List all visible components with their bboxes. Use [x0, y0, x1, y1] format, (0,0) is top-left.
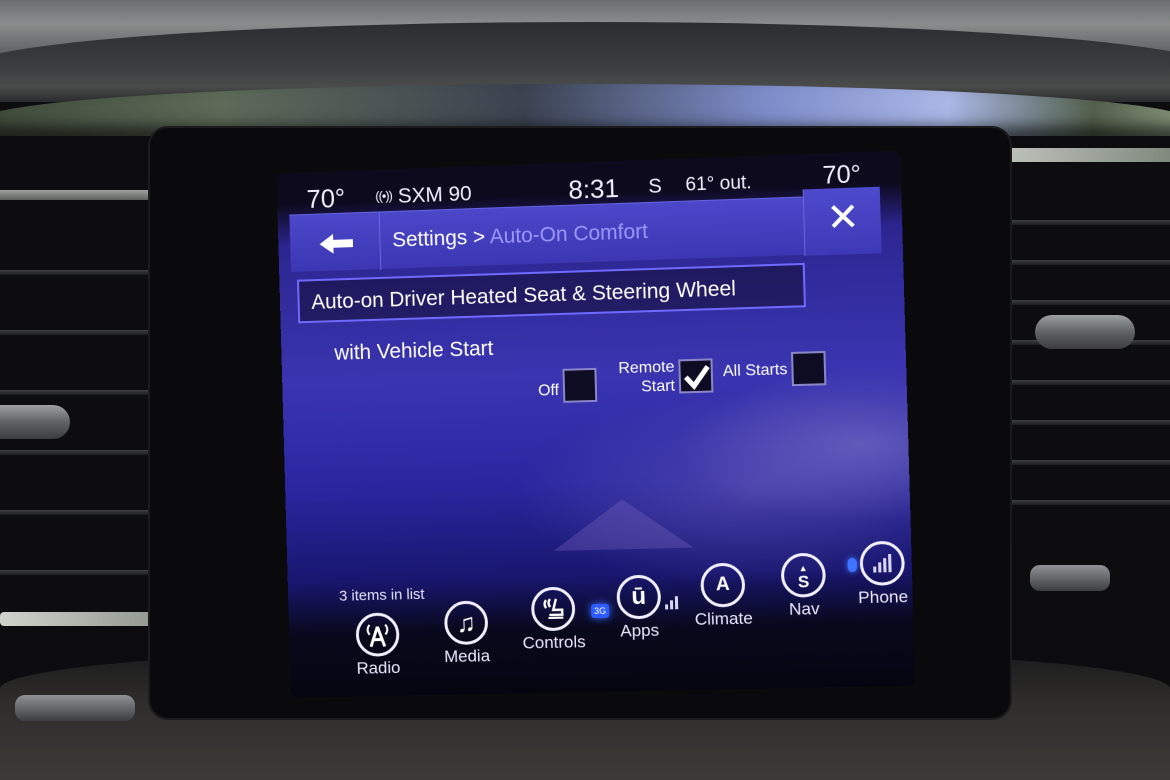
- nav-controls-label: Controls: [522, 632, 586, 653]
- nav-navigation-label: Nav: [788, 599, 820, 619]
- back-arrow-icon: [319, 233, 354, 255]
- compass-heading: S: [648, 175, 663, 198]
- breadcrumb-current: Auto-On Comfort: [489, 220, 649, 249]
- left-dash-button[interactable]: [15, 695, 135, 721]
- climate-icon: A: [700, 562, 746, 608]
- option-off-label: Off: [537, 381, 560, 400]
- seat-controls-icon: [530, 586, 576, 632]
- checkmark-icon: [682, 362, 711, 391]
- checkbox-off[interactable]: [562, 367, 598, 403]
- nav-media[interactable]: ♫ Media: [426, 600, 507, 667]
- option-remote-label-line2: Start: [640, 377, 676, 396]
- bluetooth-icon: [847, 557, 858, 573]
- music-note-icon: ♫: [443, 600, 489, 646]
- option-remote-label-line1: Remote: [618, 358, 675, 378]
- setting-subtitle: with Vehicle Start: [334, 337, 494, 365]
- close-button[interactable]: [802, 186, 882, 256]
- compass-nav-icon: ▲ S: [780, 552, 827, 598]
- nav-apps[interactable]: ū Apps 3G: [590, 574, 680, 642]
- radio-station: SXM 90: [397, 182, 472, 208]
- radio-tower-icon: [355, 612, 400, 657]
- checkbox-all-starts[interactable]: [791, 350, 827, 387]
- nav-phone[interactable]: Phone: [841, 540, 915, 608]
- nav-controls[interactable]: Controls: [513, 586, 594, 654]
- nav-radio-label: Radio: [356, 658, 401, 678]
- radio-signal-icon: ((•)): [375, 188, 393, 204]
- nav-climate[interactable]: A Climate: [682, 562, 764, 630]
- compass-letter: S: [797, 572, 810, 592]
- outside-temperature: 61° out.: [685, 172, 752, 196]
- phone-signal-icon: [859, 540, 906, 587]
- breadcrumb-settings[interactable]: Settings: [392, 226, 468, 251]
- setting-row-heated-seat[interactable]: Auto-on Driver Heated Seat & Steering Wh…: [297, 262, 806, 324]
- option-all-starts-label: All Starts: [722, 361, 788, 381]
- nav-media-label: Media: [443, 646, 491, 667]
- cellular-signal-icon: [665, 596, 679, 610]
- radio-status[interactable]: ((•)) SXM 90: [375, 182, 472, 209]
- breadcrumb-separator: >: [466, 225, 491, 250]
- nav-phone-label: Phone: [857, 586, 909, 608]
- nav-climate-label: Climate: [694, 608, 754, 629]
- driver-temperature[interactable]: 70°: [306, 183, 345, 215]
- close-icon: [830, 204, 855, 229]
- breadcrumb: Settings > Auto-On Comfort: [392, 220, 648, 253]
- passenger-temperature[interactable]: 70°: [822, 160, 861, 191]
- back-button[interactable]: [289, 212, 382, 273]
- infotainment-screen: 70° ((•)) SXM 90 8:31 S 61° out. 70° Sett…: [276, 150, 916, 698]
- nav-navigation[interactable]: ▲ S Nav: [762, 552, 845, 620]
- right-vent-knob[interactable]: [1035, 315, 1135, 349]
- right-dash-button[interactable]: [1030, 565, 1110, 591]
- uconnect-apps-icon: ū: [616, 574, 662, 620]
- list-item-count: 3 items in list: [338, 585, 425, 605]
- left-vent-knob[interactable]: [0, 405, 70, 439]
- clock: 8:31: [567, 172, 620, 205]
- setting-title: Auto-on Driver Heated Seat & Steering Wh…: [311, 277, 737, 314]
- left-air-vent: [0, 180, 175, 620]
- background-mountain: [552, 497, 694, 551]
- 3g-badge: 3G: [590, 603, 610, 619]
- nav-radio[interactable]: Radio: [338, 612, 419, 679]
- checkbox-remote-start[interactable]: [678, 358, 714, 394]
- nav-apps-label: Apps: [620, 620, 660, 641]
- option-remote-start-label: Remote Start: [608, 358, 675, 398]
